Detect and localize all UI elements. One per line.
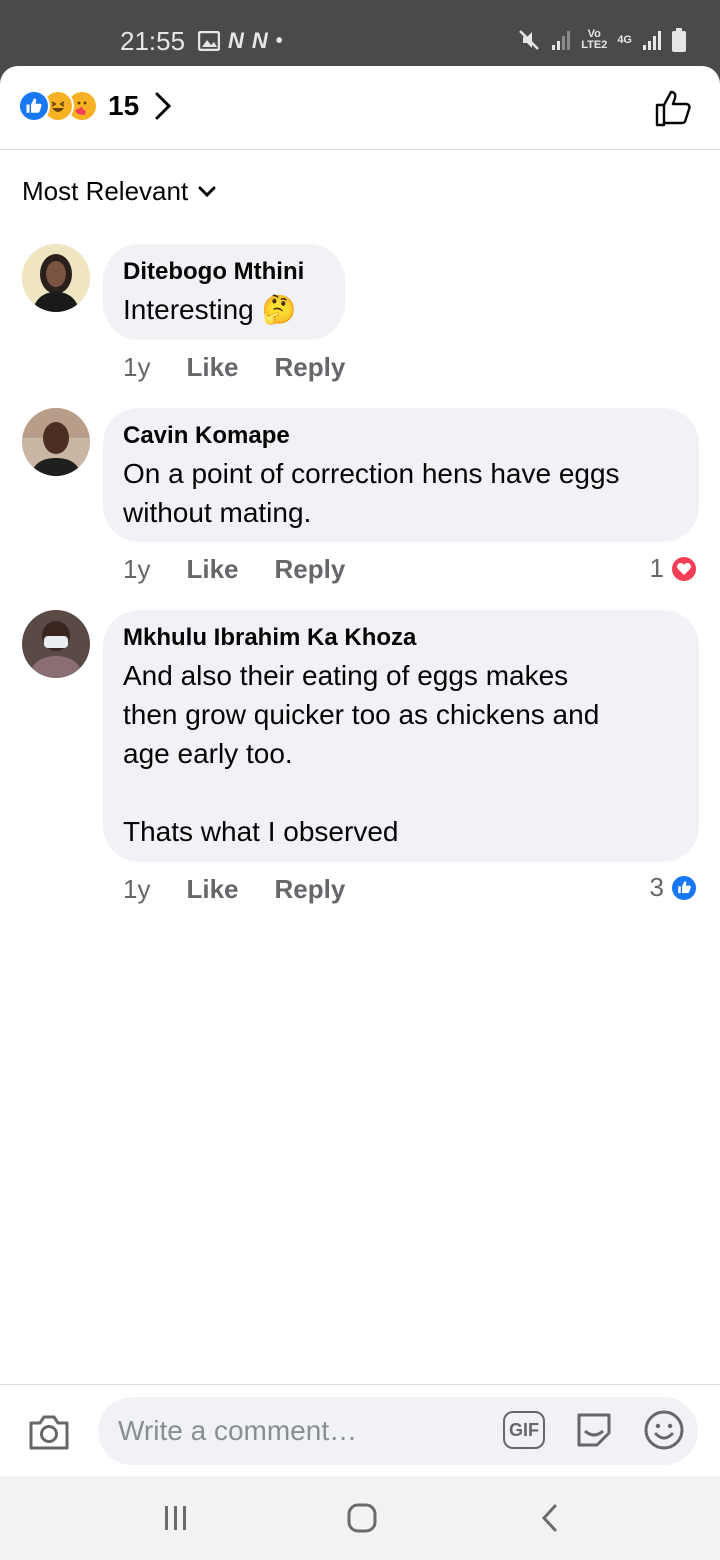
- camera-icon[interactable]: [28, 1413, 70, 1451]
- home-icon: [347, 1503, 377, 1533]
- reaction-count: 15: [108, 90, 140, 121]
- signal-icon: [552, 31, 571, 50]
- dot-icon: •: [275, 29, 283, 52]
- reply-button[interactable]: Reply: [275, 874, 346, 905]
- comment-reaction-count: 1: [649, 553, 664, 583]
- back-icon: [541, 1504, 557, 1532]
- like-button[interactable]: Like: [186, 874, 238, 905]
- mute-icon: [519, 30, 540, 50]
- comment-actions: 1y Like Reply: [123, 874, 345, 905]
- comment-bubble[interactable]: Ditebogo Mthini Interesting 🤔: [103, 244, 345, 340]
- thumbs-up-icon[interactable]: [654, 88, 694, 128]
- like-reaction-icon: [18, 90, 50, 122]
- comment-input[interactable]: [118, 1411, 488, 1451]
- comment-age: 1y: [123, 554, 151, 584]
- comment-text: On a point of correction hens have eggs …: [123, 458, 620, 528]
- love-reaction-icon: [670, 554, 698, 583]
- status-bar: 21:55 N N • Vo LTE2 4G: [0, 0, 720, 70]
- reactions-header: 15: [0, 66, 720, 150]
- system-navigation-bar: [0, 1476, 720, 1560]
- comment-age: 1y: [123, 352, 151, 382]
- chevron-down-icon: [198, 186, 216, 197]
- n-icon: N: [228, 28, 244, 53]
- comment-reaction-count: 3: [649, 872, 664, 902]
- comment-composer: GIF: [0, 1384, 720, 1476]
- status-left-icons: N N •: [198, 28, 283, 54]
- reactions-summary[interactable]: 15: [18, 90, 173, 122]
- comment-input-container: GIF: [98, 1397, 698, 1465]
- comment-bubble[interactable]: Mkhulu Ibrahim Ka Khoza And also their e…: [103, 610, 699, 862]
- gif-button[interactable]: GIF: [503, 1411, 545, 1449]
- like-reaction-icon: [670, 873, 698, 902]
- recent-apps-icon: [165, 1506, 186, 1530]
- signal-icon: [643, 31, 661, 50]
- avatar[interactable]: [22, 244, 90, 312]
- sort-label: Most Relevant: [22, 176, 189, 206]
- sticker-icon[interactable]: [573, 1409, 615, 1451]
- n-icon: N: [251, 28, 268, 53]
- comment-reactions[interactable]: 1: [650, 553, 698, 584]
- emoji-icon[interactable]: [643, 1409, 685, 1451]
- status-right-icons: Vo LTE2 4G: [517, 28, 686, 52]
- avatar[interactable]: [22, 408, 90, 476]
- comment-author[interactable]: Cavin Komape: [123, 422, 677, 450]
- comment-text: And also their eating of eggs makes then…: [123, 660, 600, 847]
- status-time: 21:55: [120, 26, 186, 56]
- back-button[interactable]: [530, 1498, 570, 1538]
- battery-icon: [672, 28, 686, 52]
- comment-actions: 1y Like Reply: [123, 554, 345, 585]
- comment-actions: 1y Like Reply: [123, 352, 345, 383]
- avatar[interactable]: [22, 610, 90, 678]
- comments-sheet: 15 Most Relevant Ditebogo Mthini Interes: [0, 66, 720, 1476]
- comment-age: 1y: [123, 874, 151, 904]
- like-button[interactable]: Like: [186, 554, 238, 585]
- recent-apps-button[interactable]: [156, 1498, 196, 1538]
- volte-icon: Vo LTE2: [581, 28, 608, 51]
- reply-button[interactable]: Reply: [275, 554, 346, 585]
- comment-reactions[interactable]: 3: [650, 872, 698, 903]
- chevron-right-icon: [155, 92, 172, 120]
- comment-text: Interesting 🤔: [123, 294, 297, 325]
- sort-dropdown[interactable]: Most Relevant: [22, 176, 216, 207]
- 4g-icon: 4G: [617, 33, 632, 46]
- image-icon: [198, 31, 220, 51]
- comment-author[interactable]: Ditebogo Mthini: [123, 258, 323, 286]
- home-button[interactable]: [342, 1498, 382, 1538]
- reply-button[interactable]: Reply: [275, 352, 346, 383]
- comment-author[interactable]: Mkhulu Ibrahim Ka Khoza: [123, 624, 677, 652]
- like-button[interactable]: Like: [186, 352, 238, 383]
- comment-bubble[interactable]: Cavin Komape On a point of correction he…: [103, 408, 699, 542]
